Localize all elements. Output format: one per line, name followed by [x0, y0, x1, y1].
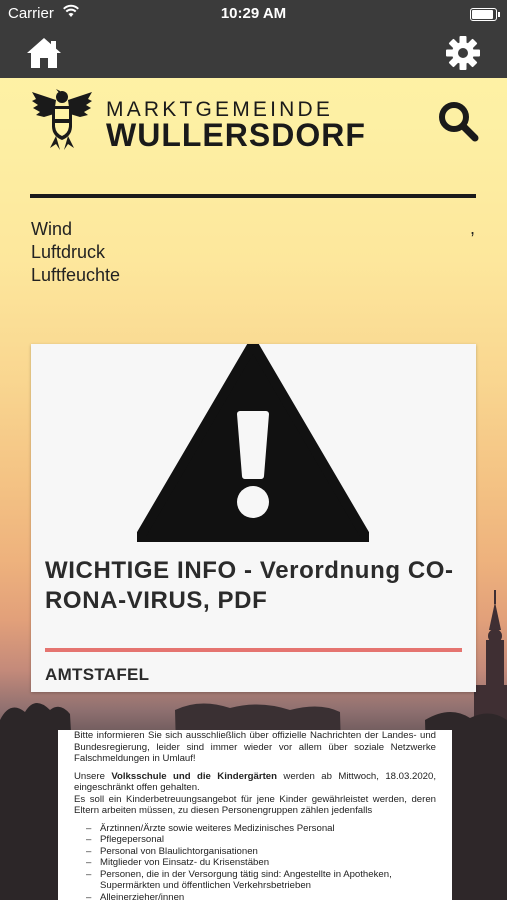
nav-bar: [0, 28, 507, 78]
home-icon[interactable]: [24, 34, 64, 72]
header-divider: [30, 194, 476, 198]
list-item: Ärztinnen/Ärzte sowie weiteres Medizinis…: [86, 823, 436, 835]
doc-list: Ärztinnen/Ärzte sowie weiteres Medizinis…: [86, 823, 436, 900]
pressure-label: Luftdruck: [31, 242, 106, 262]
card-title[interactable]: WICHTIGE INFO - Verordnung CO-RONA-VIRUS…: [45, 556, 465, 616]
status-bar: Carrier 10:29 AM: [0, 0, 507, 28]
list-item: Mitglieder von Einsatz- du Krisenstäben: [86, 857, 436, 869]
list-item: Personen, die in der Versorgung tätig si…: [86, 869, 436, 892]
wind-label: Wind: [31, 219, 73, 239]
warning-triangle-icon: [137, 344, 369, 542]
card-accent-rule: [45, 648, 462, 652]
pdf-document-preview[interactable]: Bitte informieren Sie sich ausschließlic…: [58, 730, 452, 900]
eagle-coat-of-arms-icon[interactable]: [30, 86, 94, 152]
list-item: Personal von Blaulichtorganisationen: [86, 846, 436, 858]
battery-icon: [470, 8, 500, 21]
news-card[interactable]: WICHTIGE INFO - Verordnung CO-RONA-VIRUS…: [31, 344, 476, 692]
weather-info: Wind Luftdruck Luftfeuchte: [31, 218, 120, 287]
card-category: AMTSTAFEL: [45, 665, 150, 684]
list-item: Pflegepersonal: [86, 834, 436, 846]
brand-title-line2: WULLERSDORF: [106, 117, 366, 153]
humidity-label: Luftfeuchte: [31, 265, 121, 285]
gear-icon[interactable]: [443, 34, 483, 72]
search-icon[interactable]: [437, 100, 479, 142]
weather-separator: ,: [470, 218, 476, 238]
list-item: Alleinerzieher/innen: [86, 892, 436, 900]
doc-paragraph: Bitte informieren Sie sich ausschließlic…: [74, 730, 436, 764]
clock: 10:29 AM: [220, 5, 287, 22]
doc-paragraph: Unsere Volksschule und die Kindergärten …: [74, 770, 437, 817]
